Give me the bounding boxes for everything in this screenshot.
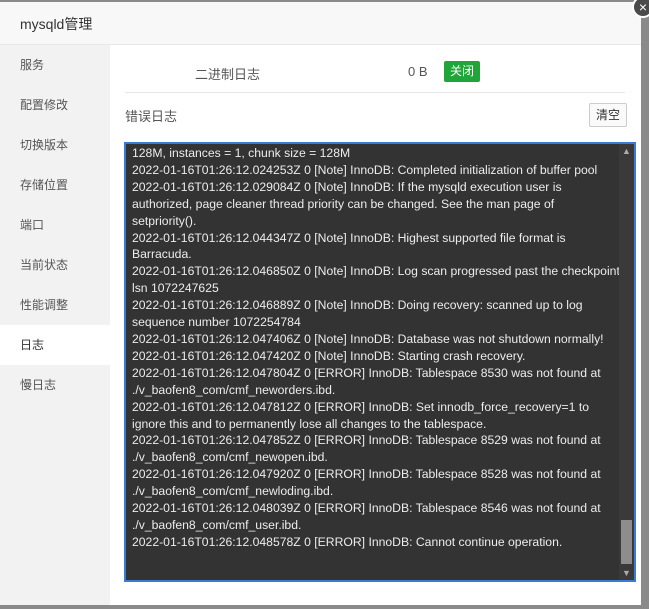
log-line: 2022-01-16T01:26:12.046850Z 0 [Note] Inn… (132, 264, 620, 296)
chevron-up-icon[interactable]: ▲ (619, 144, 634, 158)
sidebar-item-switch-version[interactable]: 切换版本 (0, 125, 110, 165)
log-line: 2022-01-16T01:26:12.029084Z 0 [Note] Inn… (132, 179, 562, 228)
sidebar-item-status[interactable]: 当前状态 (0, 245, 110, 285)
log-line: 2022-01-16T01:26:12.048039Z 0 [ERROR] In… (132, 501, 601, 532)
log-scrollbar[interactable]: ▲ ▼ (619, 144, 634, 580)
clear-log-button[interactable]: 清空 (589, 103, 627, 127)
error-log-textarea[interactable]: 128M, instances = 1, chunk size = 128M 20… (124, 142, 636, 582)
log-line: 2022-01-16T01:26:12.046889Z 0 [Note] Inn… (132, 298, 583, 330)
sidebar-item-logs[interactable]: 日志 (0, 325, 110, 365)
sidebar-item-storage[interactable]: 存储位置 (0, 165, 110, 205)
log-line: 128M, instances = 1, chunk size = 128M (132, 146, 351, 160)
binlog-toggle-button[interactable]: 关闭 (444, 61, 480, 82)
error-log-label: 错误日志 (125, 109, 178, 124)
log-line: 2022-01-16T01:26:12.047804Z 0 [ERROR] In… (132, 365, 601, 397)
dialog-title: mysqld管理 (20, 16, 93, 32)
divider (125, 92, 625, 93)
log-line: 2022-01-16T01:26:12.047852Z 0 [ERROR] In… (132, 433, 601, 465)
dialog-titlebar: mysqld管理 (0, 2, 641, 45)
log-line: 2022-01-16T01:26:12.047812Z 0 [ERROR] In… (132, 399, 589, 431)
sidebar-item-service[interactable]: 服务 (0, 45, 110, 85)
log-content: 128M, instances = 1, chunk size = 128M 20… (132, 145, 620, 551)
sidebar-item-slow-log[interactable]: 慢日志 (0, 365, 110, 405)
sidebar: 服务 配置修改 切换版本 存储位置 端口 当前状态 性能调整 日志 慢日志 (0, 45, 110, 605)
scrollbar-thumb[interactable] (621, 520, 632, 564)
log-line: 2022-01-16T01:26:12.024253Z 0 [Note] Inn… (132, 162, 598, 177)
main-panel: 二进制日志 0 B 关闭 错误日志 清空 128M, instances = 1… (110, 45, 641, 605)
sidebar-item-config[interactable]: 配置修改 (0, 85, 110, 125)
log-line: 2022-01-16T01:26:12.048578Z 0 [ERROR] In… (132, 534, 563, 549)
chevron-down-icon[interactable]: ▼ (619, 566, 634, 580)
log-line: 2022-01-16T01:26:12.044347Z 0 [Note] Inn… (132, 230, 566, 262)
log-line: 2022-01-16T01:26:12.047420Z 0 [Note] Inn… (132, 348, 526, 363)
log-line: 2022-01-16T01:26:12.047920Z 0 [ERROR] In… (132, 467, 601, 499)
sidebar-item-port[interactable]: 端口 (0, 205, 110, 245)
binlog-row: 二进制日志 0 B 关闭 (125, 57, 625, 87)
log-line: 2022-01-16T01:26:12.047406Z 0 [Note] Inn… (132, 331, 604, 346)
binlog-label: 二进制日志 (195, 67, 261, 82)
binlog-size: 0 B (408, 64, 428, 79)
mysqld-dialog: mysqld管理 服务 配置修改 切换版本 存储位置 端口 当前状态 性能调整 … (0, 2, 641, 605)
sidebar-item-performance[interactable]: 性能调整 (0, 285, 110, 325)
